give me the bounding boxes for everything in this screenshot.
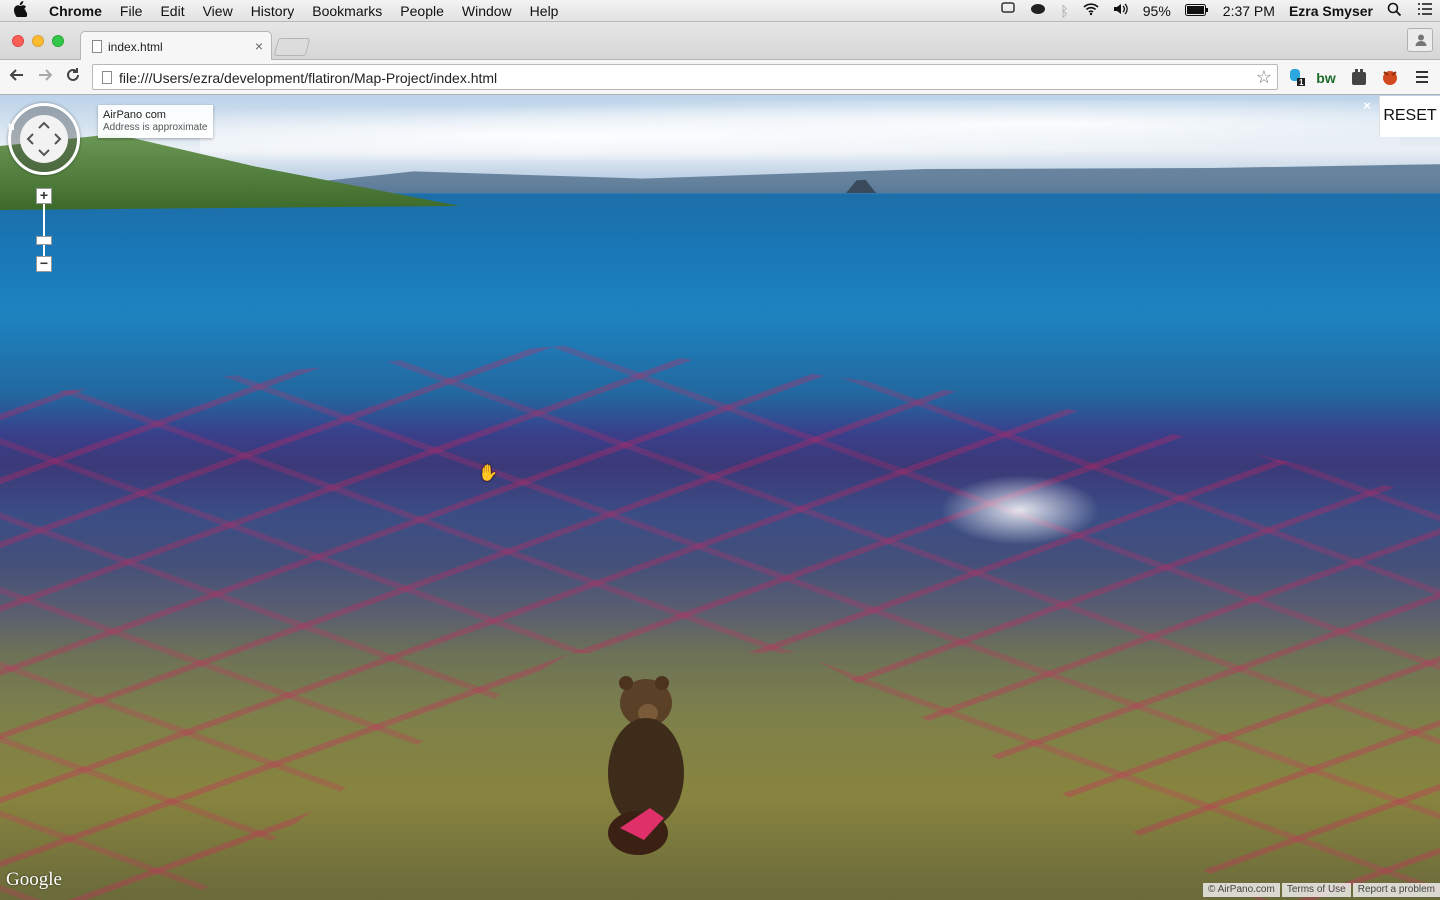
cloud-app-icon[interactable] <box>1023 2 1053 19</box>
clock[interactable]: 2:37 PM <box>1216 3 1282 19</box>
wifi-icon[interactable] <box>1076 2 1106 19</box>
page-icon <box>102 71 112 84</box>
copyright-text: © AirPano.com <box>1202 883 1280 897</box>
zoom-out-button[interactable]: − <box>36 256 52 272</box>
tab-title: index.html <box>108 40 163 54</box>
volume-icon[interactable] <box>1106 2 1136 19</box>
menu-bookmarks[interactable]: Bookmarks <box>303 0 391 22</box>
forward-arrow-icon[interactable] <box>35 67 55 87</box>
tab-index-html[interactable]: index.html × <box>80 31 272 60</box>
extension-bw-icon[interactable]: bw <box>1316 68 1336 88</box>
minimize-window-button[interactable] <box>32 35 44 47</box>
extension-puzzle-icon[interactable] <box>1349 68 1369 88</box>
salmon-school <box>0 345 1440 900</box>
back-arrow-icon[interactable] <box>7 67 27 87</box>
place-name[interactable]: AirPano com <box>103 109 208 121</box>
new-tab-button[interactable] <box>273 38 311 56</box>
menu-view[interactable]: View <box>194 0 242 22</box>
profile-button[interactable] <box>1407 28 1433 52</box>
street-view-panorama[interactable] <box>0 95 1440 900</box>
menu-window[interactable]: Window <box>453 0 521 22</box>
url-text[interactable]: file:///Users/ezra/development/flatiron/… <box>119 70 497 86</box>
north-indicator: N <box>8 122 15 132</box>
map-footer: © AirPano.com Terms of Use Report a prob… <box>1201 883 1440 897</box>
fullscreen-window-button[interactable] <box>52 35 64 47</box>
document-icon <box>92 40 102 53</box>
apple-menu-icon[interactable] <box>0 0 40 21</box>
close-street-view-icon[interactable]: × <box>1359 98 1375 114</box>
person-icon <box>1415 34 1427 46</box>
extension-lastpass-icon[interactable]: 1 <box>1287 68 1307 88</box>
sky-clouds <box>200 100 1400 160</box>
notification-center-icon[interactable] <box>1410 2 1440 19</box>
reset-button[interactable]: RESET <box>1379 96 1440 137</box>
pan-arrows-icon[interactable] <box>20 115 68 163</box>
menu-file[interactable]: File <box>111 0 152 22</box>
zoom-slider-thumb[interactable] <box>36 236 52 245</box>
extension-fox-icon[interactable] <box>1380 68 1400 88</box>
menu-help[interactable]: Help <box>521 0 568 22</box>
google-logo: Google <box>6 869 62 890</box>
close-window-button[interactable] <box>12 35 24 47</box>
address-info-box: AirPano com Address is approximate <box>98 105 213 138</box>
spotlight-search-icon[interactable] <box>1380 2 1410 19</box>
app-menu-chrome[interactable]: Chrome <box>40 0 111 22</box>
pan-ring[interactable] <box>20 115 68 163</box>
bookmark-star-icon[interactable]: ☆ <box>1256 67 1272 88</box>
report-problem-link[interactable]: Report a problem <box>1352 883 1440 897</box>
zoom-in-button[interactable]: + <box>36 188 52 204</box>
pan-control[interactable]: N <box>8 103 80 175</box>
reload-icon[interactable] <box>63 67 83 87</box>
tab-close-icon[interactable]: × <box>255 38 263 54</box>
brown-bear-image <box>608 676 684 855</box>
bluetooth-icon[interactable]: ᛒ <box>1053 3 1075 19</box>
menu-edit[interactable]: Edit <box>151 0 193 22</box>
menu-bar: Chrome File Edit View History Bookmarks … <box>0 0 1440 22</box>
zoom-slider-track[interactable] <box>43 196 45 262</box>
menu-history[interactable]: History <box>242 0 304 22</box>
status-area: ᛒ 95% 2:37 PM Ezra Smyser <box>993 0 1440 22</box>
chrome-menu-icon[interactable] <box>1412 68 1432 88</box>
svg-text:1: 1 <box>1299 78 1304 86</box>
address-approximate-note: Address is approximate <box>103 122 208 133</box>
battery-percent: 95% <box>1142 2 1171 19</box>
battery-icon[interactable] <box>1178 3 1216 19</box>
address-bar[interactable]: file:///Users/ezra/development/flatiron/… <box>92 64 1278 90</box>
user-name[interactable]: Ezra Smyser <box>1282 3 1380 19</box>
water-splash <box>940 475 1100 545</box>
airplay-icon[interactable] <box>993 2 1023 19</box>
tab-strip: index.html × <box>0 22 1440 60</box>
terms-of-use-link[interactable]: Terms of Use <box>1281 883 1351 897</box>
menu-people[interactable]: People <box>391 0 453 22</box>
hand-cursor-icon: ✋ <box>478 465 498 482</box>
browser-toolbar: file:///Users/ezra/development/flatiron/… <box>0 60 1440 95</box>
